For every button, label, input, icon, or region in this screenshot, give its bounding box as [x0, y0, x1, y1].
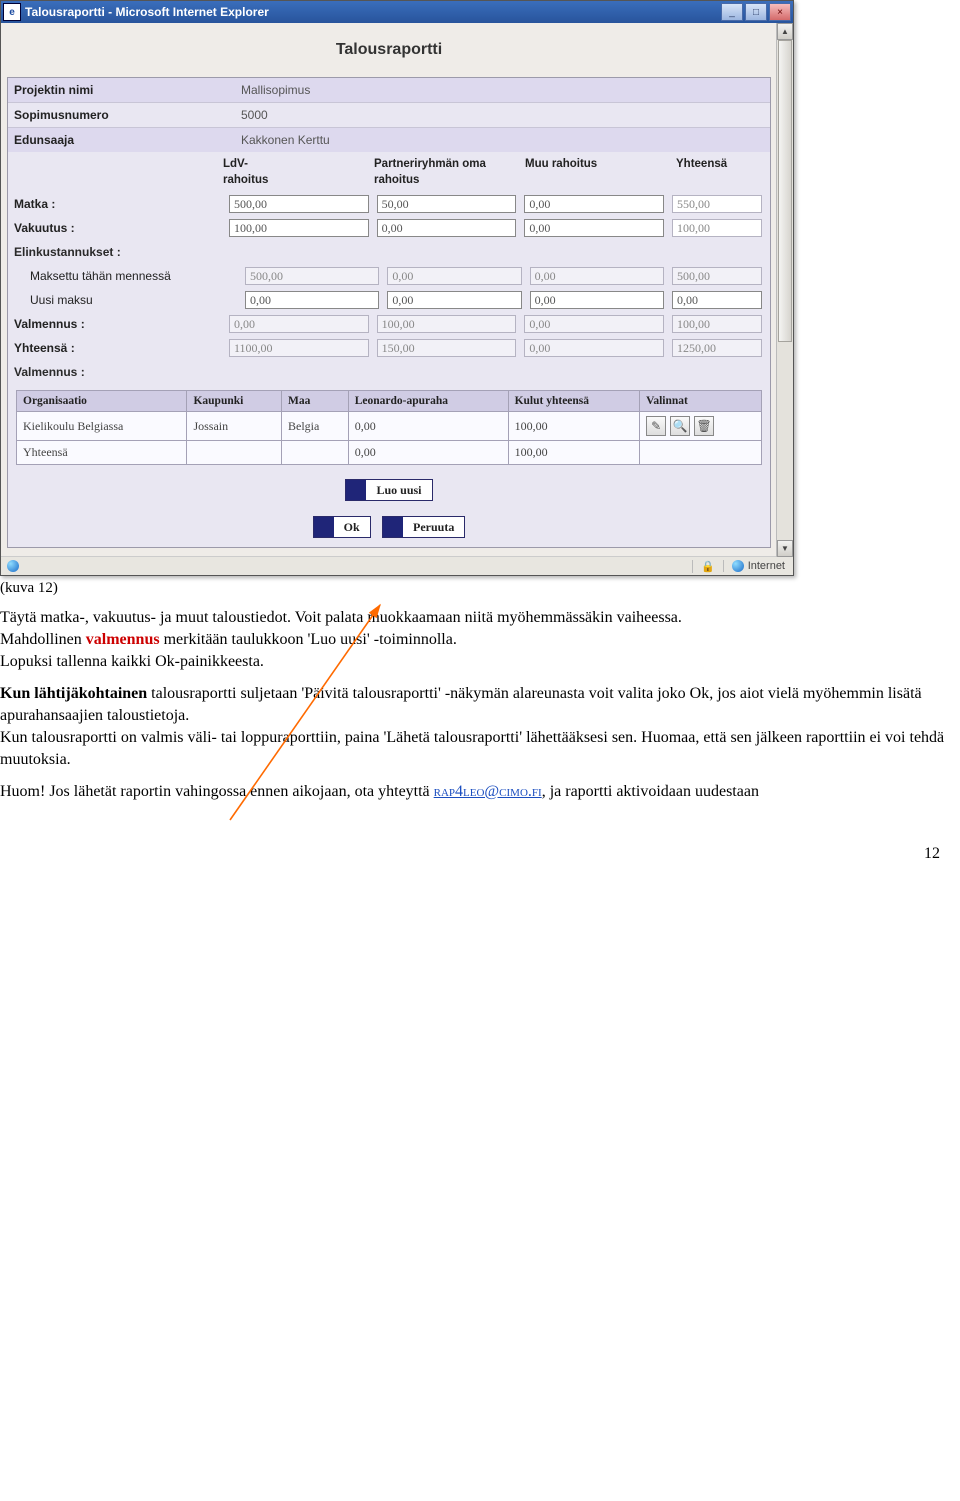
row-matka: Matka :: [8, 192, 770, 216]
cell-kulut: 100,00: [508, 412, 640, 441]
cell-footer-kulut: 100,00: [508, 441, 640, 465]
value-edunsaaja: Kakkonen Kerttu: [235, 128, 770, 152]
valmennus-highlight: valmennus: [86, 631, 160, 648]
scroll-up-button[interactable]: ▲: [777, 23, 793, 40]
label-elin: Elinkustannukset :: [8, 240, 770, 264]
matka-yht: [672, 195, 762, 213]
hdr-yhteensa: Yhteensä: [676, 156, 766, 188]
uusi-muu-input[interactable]: [530, 291, 664, 309]
ie-icon: e: [3, 3, 21, 21]
yhteensa-partneri: [377, 339, 517, 357]
maksettu-partneri: [387, 267, 521, 285]
row-maksettu: Maksettu tähän mennessä: [8, 264, 770, 288]
hdr-ldv: LdV-rahoitus: [223, 156, 370, 188]
valmennus-partneri: [377, 315, 517, 333]
th-valinnat: Valinnat: [640, 391, 762, 412]
lock-icon: 🔒: [701, 560, 715, 573]
cell-footer-org: Yhteensä: [17, 441, 187, 465]
zone-label: Internet: [748, 560, 785, 572]
form-title: Talousraportti: [7, 41, 771, 59]
matka-partneri-input[interactable]: [377, 195, 517, 213]
row-vakuutus: Vakuutus :: [8, 216, 770, 240]
page-number: 12: [924, 845, 940, 863]
matka-ldv-input[interactable]: [229, 195, 369, 213]
yhteensa-muu: [524, 339, 664, 357]
th-org: Organisaatio: [17, 391, 187, 412]
vakuutus-partneri-input[interactable]: [377, 219, 517, 237]
label-vakuutus: Vakuutus :: [8, 220, 229, 236]
vakuutus-yht: [672, 219, 762, 237]
maksettu-yht: [672, 267, 762, 285]
row-valmennus: Valmennus :: [8, 312, 770, 336]
window-title: Talousraportti - Microsoft Internet Expl…: [25, 5, 719, 19]
form-box: Projektin nimiMallisopimus Sopimusnumero…: [7, 77, 771, 548]
uusi-yht-input[interactable]: [672, 291, 762, 309]
yhteensa-yht: [672, 339, 762, 357]
paragraph-1: Täytä matka-, vakuutus- ja muut talousti…: [0, 607, 960, 673]
cell-org: Kielikoulu Belgiassa: [17, 412, 187, 441]
th-kulut: Kulut yhteensä: [508, 391, 640, 412]
scroll-down-button[interactable]: ▼: [777, 540, 793, 557]
status-bar: 🔒 Internet: [1, 556, 793, 575]
cell-footer-leo: 0,00: [348, 441, 508, 465]
hdr-partneri: Partneriryhmän oma rahoitus: [374, 156, 521, 188]
cell-leo: 0,00: [348, 412, 508, 441]
email-link[interactable]: rap4leo@cimo.fi: [434, 783, 542, 800]
label-valmennus: Valmennus :: [8, 316, 229, 332]
title-bar: e Talousraportti - Microsoft Internet Ex…: [1, 1, 793, 23]
maximize-button[interactable]: □: [745, 3, 767, 21]
maksettu-ldv: [245, 267, 379, 285]
column-headers: LdV-rahoitus Partneriryhmän oma rahoitus…: [8, 152, 770, 192]
uusi-partneri-input[interactable]: [387, 291, 521, 309]
maksettu-muu: [530, 267, 664, 285]
label-matka: Matka :: [8, 196, 229, 212]
valmennus-yht: [672, 315, 762, 333]
label-edunsaaja: Edunsaaja: [8, 128, 235, 152]
client-area: Talousraportti Projektin nimiMallisopimu…: [1, 23, 793, 575]
vakuutus-ldv-input[interactable]: [229, 219, 369, 237]
uusi-ldv-input[interactable]: [245, 291, 379, 309]
th-leo: Leonardo-apuraha: [348, 391, 508, 412]
internet-zone-icon: [732, 560, 744, 572]
th-kaupunki: Kaupunki: [187, 391, 282, 412]
hdr-muu: Muu rahoitus: [525, 156, 672, 188]
th-maa: Maa: [282, 391, 349, 412]
row-uusi: Uusi maksu: [8, 288, 770, 312]
close-button[interactable]: ×: [769, 3, 791, 21]
label-sopimusnumero: Sopimusnumero: [8, 103, 235, 127]
luo-uusi-button[interactable]: Luo uusi: [345, 479, 432, 501]
minimize-button[interactable]: _: [721, 3, 743, 21]
view-icon[interactable]: 🔍: [670, 416, 690, 436]
cell-kaupunki: Jossain: [187, 412, 282, 441]
table-footer-row: Yhteensä 0,00 100,00: [17, 441, 762, 465]
scrollbar[interactable]: ▲ ▼: [776, 23, 793, 557]
valmennus-muu: [524, 315, 664, 333]
label-valmennus2: Valmennus :: [8, 360, 770, 384]
paragraph-2: Kun lähtijäkohtainen talousraportti sulj…: [0, 683, 960, 771]
value-projektin-nimi: Mallisopimus: [235, 78, 770, 102]
delete-icon[interactable]: 🗑: [694, 416, 714, 436]
row-yhteensa: Yhteensä :: [8, 336, 770, 360]
browser-window: e Talousraportti - Microsoft Internet Ex…: [0, 0, 794, 576]
paragraph-3: Huom! Jos lähetät raportin vahingossa en…: [0, 781, 960, 803]
label-projektin-nimi: Projektin nimi: [8, 78, 235, 102]
label-yhteensa-row: Yhteensä :: [8, 340, 229, 356]
image-caption: (kuva 12): [0, 580, 960, 597]
label-maksettu: Maksettu tähän mennessä: [8, 268, 245, 284]
edit-icon[interactable]: ✎: [646, 416, 666, 436]
vakuutus-muu-input[interactable]: [524, 219, 664, 237]
value-sopimusnumero: 5000: [235, 103, 770, 127]
peruuta-button[interactable]: Peruuta: [382, 516, 465, 538]
scroll-thumb[interactable]: [778, 40, 792, 342]
label-uusi: Uusi maksu: [8, 292, 245, 308]
table-row: Kielikoulu Belgiassa Jossain Belgia 0,00…: [17, 412, 762, 441]
cell-maa: Belgia: [282, 412, 349, 441]
matka-muu-input[interactable]: [524, 195, 664, 213]
page-icon: [7, 560, 19, 572]
valmennus-table: Organisaatio Kaupunki Maa Leonardo-apura…: [16, 390, 762, 465]
valmennus-ldv: [229, 315, 369, 333]
ok-button[interactable]: Ok: [313, 516, 371, 538]
yhteensa-ldv: [229, 339, 369, 357]
